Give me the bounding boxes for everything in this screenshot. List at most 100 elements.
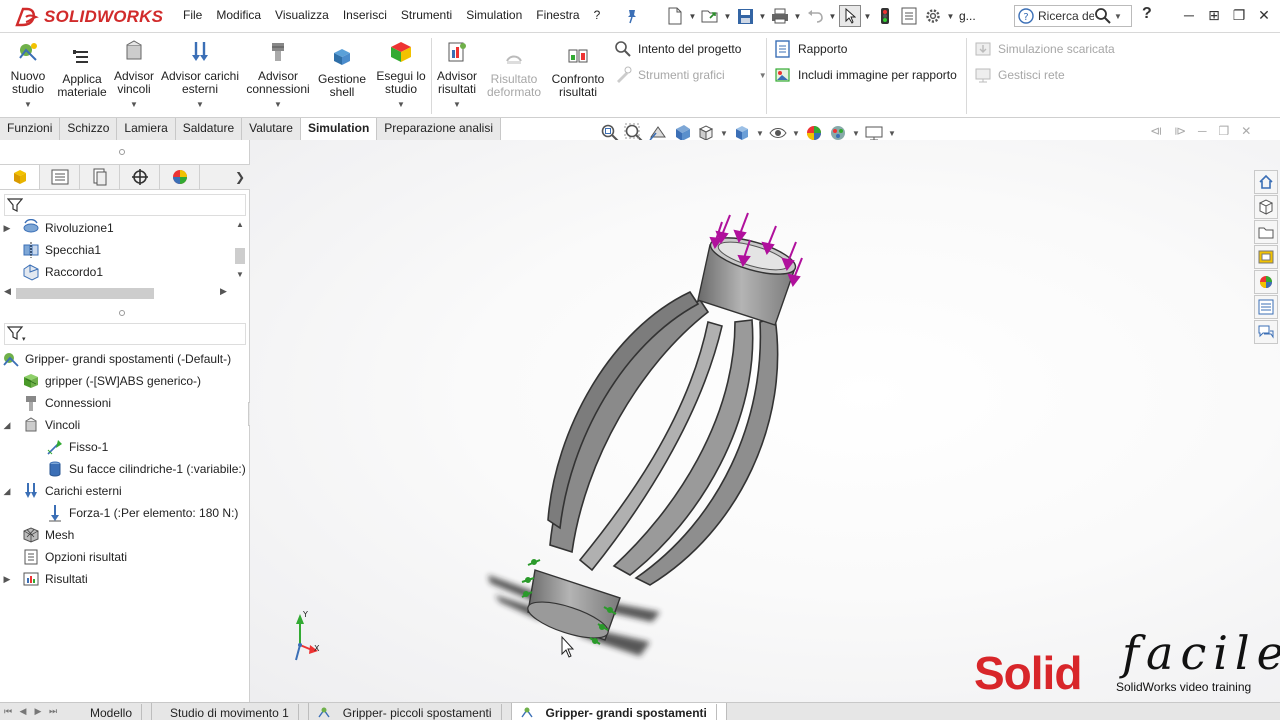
chevron-down-icon[interactable]: ▼ [688,12,697,21]
tab-gripper-piccoli-spostamenti[interactable]: Gripper- piccoli spostamenti [309,703,512,720]
chevron-left-icon[interactable]: ◀ [4,286,11,297]
chevron-up-icon[interactable]: ▲ [236,220,244,229]
last-tab-icon[interactable]: ⏭ [47,705,59,718]
deformed-result-button[interactable]: Risultato deformato [484,47,544,99]
solidworks-logo[interactable]: SOLIDWORKS [14,4,163,30]
study-item-opzioni-risultati[interactable]: Opzioni risultati [22,547,127,567]
menu-help[interactable]: ? [587,8,608,22]
study-item-cylindrical-faces[interactable]: Su facce cilindriche-1 (:variabile:) [46,459,246,479]
menu-strumenti[interactable]: Strumenti [394,8,459,22]
tab-lamiera[interactable]: Lamiera [117,118,176,140]
feature-manager-tab[interactable] [0,165,40,189]
tab-schizzo[interactable]: Schizzo [60,118,118,140]
connections-advisor-button[interactable]: Advisor connessioni ▼ [244,40,312,111]
study-item-forza-1[interactable]: Forza-1 (:Per elemento: 180 N:) [46,503,238,523]
minimize-icon[interactable]: ─ [1180,6,1198,24]
first-tab-icon[interactable]: ⏮ [2,705,14,718]
chevron-down-icon[interactable]: ▼ [756,129,764,138]
close-icon[interactable]: ✕ [1255,6,1273,24]
shell-manager-button[interactable]: Gestione shell [316,47,368,99]
collapse-arrow-icon[interactable]: ◢ [0,420,14,431]
splitter-grip[interactable] [119,149,125,155]
chevron-down-icon[interactable]: ▼ [720,129,728,138]
print-icon[interactable] [769,5,791,27]
study-item-risultati[interactable]: ▶ Risultati [0,569,88,589]
study-item-fisso-1[interactable]: Fisso-1 [46,437,108,457]
menu-simulation[interactable]: Simulation [459,8,529,22]
chevron-down-icon[interactable]: ▼ [852,129,860,138]
run-study-button[interactable]: Esegui lo studio ▼ [374,40,428,111]
chevron-down-icon[interactable]: ▼ [863,12,872,21]
tab-funzioni[interactable]: Funzioni [0,118,61,140]
tab-modello[interactable]: Modello [72,703,153,720]
next-document-icon[interactable]: ⧐ [1174,124,1186,138]
feature-filter-row[interactable] [4,194,246,216]
study-filter-row[interactable]: ▾ [4,323,246,345]
study-item-material[interactable]: gripper (-[SW]ABS generico-) [22,371,201,391]
tab-preparazione-analisi[interactable]: Preparazione analisi [377,118,502,140]
splitter-grip[interactable] [119,310,125,316]
minimize-document-icon[interactable]: ─ [1198,124,1207,138]
next-tab-icon[interactable]: ▶ [32,705,44,718]
study-item-vincoli[interactable]: ◢ Vincoli [0,415,80,435]
report-button[interactable]: Rapporto [774,40,847,58]
chevron-down-icon[interactable]: ▼ [160,98,240,111]
prev-document-icon[interactable]: ⧏ [1150,124,1162,138]
expand-arrow-icon[interactable]: ▶ [0,223,14,234]
graphics-area[interactable]: Y X [250,140,1280,702]
feature-tree-vertical-scrollbar[interactable]: ▲ ▼ [234,220,246,282]
chevron-down-icon[interactable]: ▼ [723,12,732,21]
study-item-mesh[interactable]: Mesh [22,525,74,545]
tab-saldature[interactable]: Saldature [176,118,243,140]
close-document-icon[interactable]: ✕ [1241,124,1251,138]
dimxpert-tab[interactable] [120,165,160,189]
chevron-down-icon[interactable]: ▼ [828,12,837,21]
study-item-connessioni[interactable]: Connessioni [22,393,111,413]
appearances-icon[interactable] [1254,270,1278,294]
chevron-down-icon[interactable]: ▼ [758,12,767,21]
property-manager-tab[interactable] [40,165,80,189]
custom-properties-icon[interactable] [1254,295,1278,319]
search-box[interactable]: ? Ricerca del ▼ [1014,5,1132,27]
pin-icon[interactable] [625,8,639,24]
external-loads-advisor-button[interactable]: Advisor carichi esterni ▼ [160,40,240,111]
compare-results-button[interactable]: Confronto risultati [548,47,608,99]
study-root[interactable]: Gripper- grandi spostamenti (-Default-) [2,349,231,369]
restore-document-icon[interactable]: ❐ [1219,124,1230,138]
manage-network-button[interactable]: Gestisci rete [974,66,1065,84]
tab-studio-di-movimento-1[interactable]: Studio di movimento 1 [152,703,309,720]
chevron-down-icon[interactable]: ▼ [8,98,48,111]
tree-item-rivoluzione1[interactable]: ▶ Rivoluzione1 [0,218,114,238]
tab-gripper-grandi-spostamenti[interactable]: Gripper- grandi spostamenti [511,703,727,720]
chevron-down-icon[interactable]: ▼ [946,12,955,21]
restore-icon[interactable]: ❐ [1230,6,1248,24]
chevron-down-icon[interactable]: ▼ [434,98,480,111]
chevron-down-icon[interactable]: ▼ [244,98,312,111]
fixtures-advisor-button[interactable]: Advisor vincoli ▼ [112,40,156,111]
results-advisor-button[interactable]: Advisor risultati ▼ [434,40,480,111]
home-icon[interactable] [1254,170,1278,194]
chevron-down-icon[interactable]: ▼ [1114,12,1122,21]
file-explorer-icon[interactable] [1254,220,1278,244]
chevron-down-icon[interactable]: ▼ [112,98,156,111]
study-item-carichi-esterni[interactable]: ◢ Carichi esterni [0,481,122,501]
chevron-down-icon[interactable]: ▼ [236,270,244,279]
forum-icon[interactable] [1254,320,1278,344]
chevron-right-icon[interactable]: ❯ [230,165,250,189]
menu-finestra[interactable]: Finestra [529,8,586,22]
menu-file[interactable]: File [176,8,209,22]
undo-icon[interactable] [804,5,826,27]
design-library-icon[interactable] [1254,195,1278,219]
help-button[interactable]: ? [1142,5,1152,23]
traffic-light-icon[interactable] [874,5,896,27]
downloaded-simulation-button[interactable]: Simulazione scaricata [974,40,1115,58]
prev-tab-icon[interactable]: ◀ [17,705,29,718]
search-input[interactable]: Ricerca del [1038,9,1094,23]
open-folder-icon[interactable] [699,5,721,27]
apply-material-button[interactable]: Applica materiale [56,47,108,99]
tab-valutare[interactable]: Valutare [242,118,301,140]
gear-icon[interactable] [922,5,944,27]
search-scope-label[interactable]: g... [959,9,976,23]
include-image-button[interactable]: Includi immagine per rapporto [774,66,957,84]
tab-simulation[interactable]: Simulation [300,118,378,140]
